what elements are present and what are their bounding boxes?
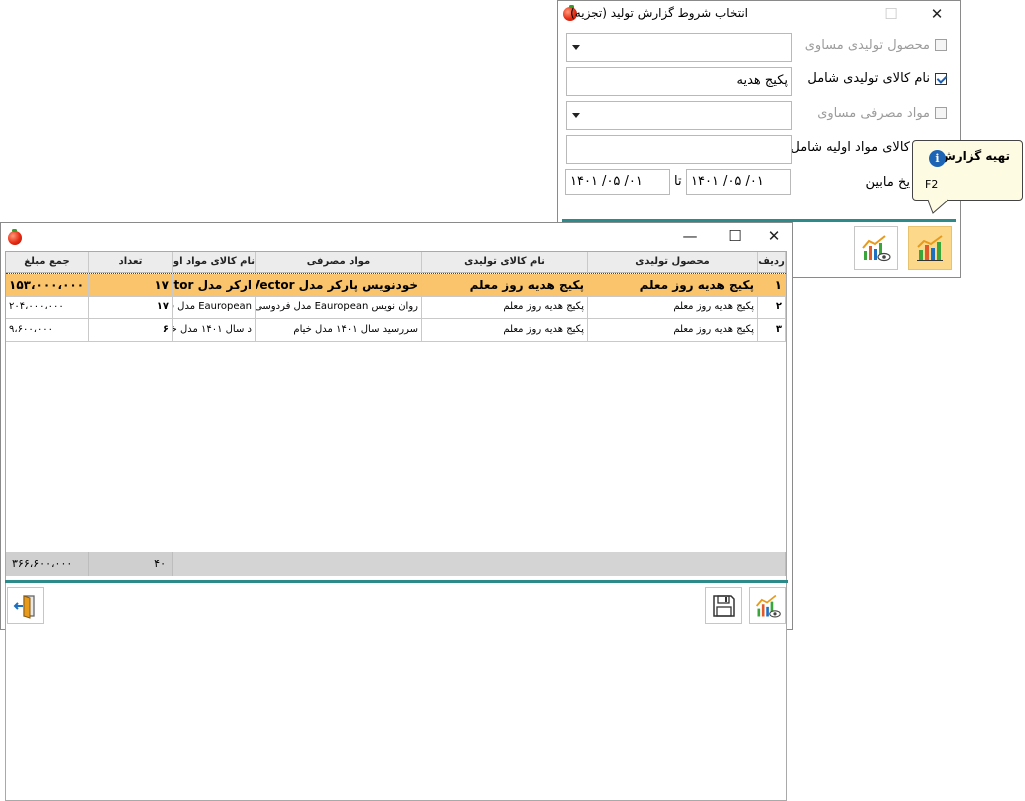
material-equal-checkbox[interactable] [935, 107, 947, 119]
close-button[interactable]: ✕ [922, 2, 952, 26]
chart-eye-icon [862, 235, 891, 262]
minimize-button[interactable]: — [675, 224, 705, 248]
footer-qty-total: ۴۰ [89, 552, 173, 576]
dialog-title: انتخاب شروط گزارش تولید (تجزیه) [570, 6, 748, 20]
chevron-down-icon [572, 113, 580, 118]
footer-amount-total: ۳۶۶،۶۰۰،۰۰۰ [6, 552, 89, 576]
col-header-amount[interactable]: جمع مبلغ [6, 252, 89, 273]
date-range-label: یخ مابین [865, 175, 910, 190]
save-icon [712, 594, 735, 617]
product-name-input[interactable]: پکیج هدیه [566, 67, 792, 96]
table-row[interactable]: ۳ پکیج هدیه روز معلم پکیج هدیه روز معلم … [6, 319, 786, 342]
save-button[interactable] [705, 587, 742, 624]
material-equal-label: مواد مصرفی مساوی [817, 106, 930, 121]
table-row[interactable]: ۲ پکیج هدیه روز معلم پکیج هدیه روز معلم … [6, 296, 786, 319]
preview-report-button[interactable] [854, 226, 898, 270]
maximize-button[interactable]: ☐ [720, 224, 750, 248]
preview-report-button[interactable] [749, 587, 786, 624]
report-titlebar: — ☐ ✕ [1, 223, 792, 249]
exit-button[interactable] [7, 587, 44, 624]
product-equal-checkbox[interactable] [935, 39, 947, 51]
generate-report-button[interactable] [908, 226, 952, 270]
product-name-contains-checkbox[interactable] [935, 73, 947, 85]
col-header-product-name[interactable]: نام کالای تولیدی [422, 252, 588, 273]
tooltip-pointer [928, 199, 949, 214]
col-header-product[interactable]: محصول تولیدی [588, 252, 758, 273]
chart-eye-icon [755, 594, 781, 617]
material-name-contains-label: کالای مواد اولیه شامل [790, 140, 910, 155]
col-header-material-name[interactable]: نام کالای مواد اولیه [173, 252, 256, 273]
date-from-input[interactable]: ۱۴۰۱ /۰۵ /۰۱ [565, 169, 670, 195]
chart-icon [917, 235, 943, 261]
material-name-input[interactable] [566, 135, 792, 164]
exit-icon [13, 594, 35, 619]
date-to-input[interactable]: ۱۴۰۱ /۰۵ /۰۱ [686, 169, 791, 195]
maximize-button: ☐ [884, 5, 898, 23]
report-tooltip: تهیه گزارش i F2 [912, 140, 1023, 214]
product-equal-dropdown[interactable] [566, 33, 792, 62]
date-to-label: تا [674, 174, 682, 189]
col-header-row-number[interactable]: ردیف [758, 252, 786, 273]
app-icon [8, 231, 22, 245]
chevron-down-icon [572, 45, 580, 50]
product-equal-label: محصول تولیدی مساوی [804, 38, 930, 53]
report-window: — ☐ ✕ ردیف محصول تولیدی نام کالای تولیدی… [0, 222, 793, 801]
col-header-quantity[interactable]: تعداد [89, 252, 173, 273]
report-separator [5, 580, 788, 583]
report-grid: ردیف محصول تولیدی نام کالای تولیدی مواد … [5, 251, 787, 801]
material-equal-dropdown[interactable] [566, 101, 792, 130]
table-row[interactable]: ۱ پکیج هدیه روز معلم پکیج هدیه روز معلم … [6, 273, 786, 297]
close-button[interactable]: ✕ [759, 224, 789, 248]
tooltip-title: تهیه گزارش [939, 149, 1010, 163]
product-name-contains-label: نام کالای تولیدی شامل [807, 71, 930, 86]
dialog-titlebar: انتخاب شروط گزارش تولید (تجزیه) ☐ ✕ [558, 1, 960, 27]
tooltip-shortcut: F2 [925, 178, 939, 191]
info-icon: i [929, 150, 946, 167]
col-header-material[interactable]: مواد مصرفی [256, 252, 422, 273]
